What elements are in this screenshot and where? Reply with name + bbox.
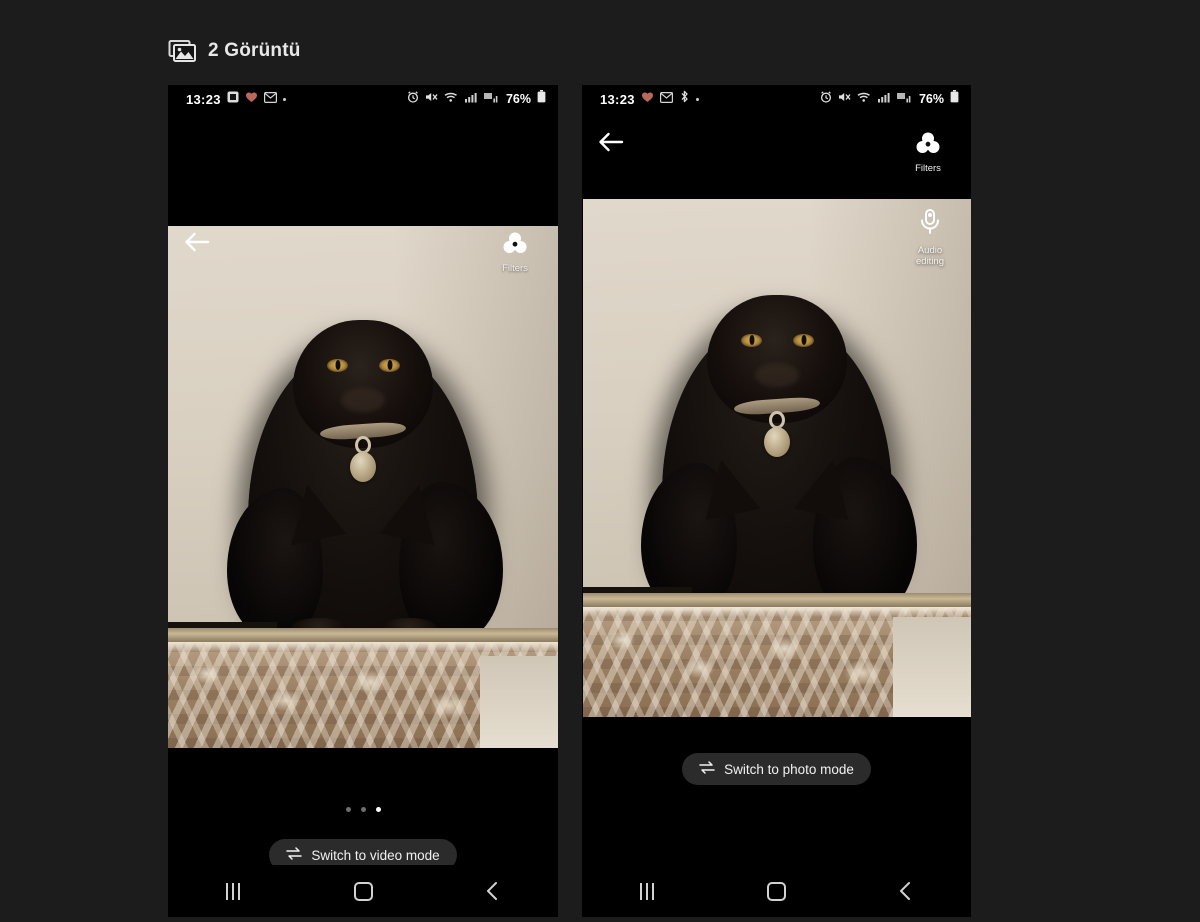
- dot-icon: [282, 97, 286, 101]
- cat-subject: [641, 289, 917, 623]
- filters-label: Filters: [502, 263, 528, 274]
- page-root: 2 Görüntü 13:23 76% Filters Switch to vi…: [0, 0, 1200, 922]
- status-bar: 13:23 76%: [168, 85, 558, 113]
- cat-subject: [227, 314, 503, 648]
- signal-icon: [877, 90, 891, 108]
- back-arrow-icon[interactable]: [184, 231, 210, 253]
- gmail-icon: [659, 90, 673, 108]
- battery-percent: 76%: [918, 92, 944, 106]
- bluetooth-icon: [679, 90, 690, 108]
- back-icon[interactable]: [458, 871, 528, 911]
- table-and-cloth: [583, 587, 971, 717]
- filters-button[interactable]: Filters: [901, 131, 955, 174]
- audio-editing-button[interactable]: Audio editing: [901, 207, 959, 267]
- screenshot-icon: [227, 90, 239, 108]
- wifi-icon: [444, 90, 459, 108]
- images-stack-icon: [168, 38, 198, 64]
- alarm-icon: [820, 90, 832, 108]
- gmail-icon: [263, 90, 277, 108]
- filters-button[interactable]: Filters: [488, 231, 542, 274]
- page-dots: [168, 807, 558, 812]
- status-bar: 13:23 76%: [582, 85, 971, 113]
- wifi-icon: [857, 90, 872, 108]
- signal-icon: [464, 90, 478, 108]
- page-dot[interactable]: [345, 807, 351, 812]
- dot-icon: [695, 97, 699, 101]
- filters-circles-icon: [501, 231, 529, 260]
- filters-circles-icon: [914, 131, 942, 160]
- swap-arrows-icon: [699, 761, 715, 777]
- back-icon[interactable]: [871, 871, 941, 911]
- status-bar-left: 13:23: [186, 90, 286, 108]
- sim-signal-icon: [896, 90, 912, 108]
- android-nav-bar: [168, 865, 558, 917]
- switch-mode-label: Switch to video mode: [311, 847, 440, 863]
- phone-screenshot-right: 13:23 76% Filters Audio editing Switch t…: [582, 85, 971, 917]
- recents-icon[interactable]: [198, 871, 268, 911]
- microphone-icon: [916, 207, 944, 242]
- mute-icon: [838, 90, 851, 108]
- photo-top-nav: Filters: [582, 131, 971, 174]
- sim-signal-icon: [483, 90, 499, 108]
- mode-switch-row: Switch to photo mode: [582, 753, 971, 785]
- status-clock: 13:23: [186, 91, 221, 107]
- audio-editing-label-line2: editing: [916, 256, 944, 267]
- photo-preview[interactable]: [168, 226, 558, 748]
- photo-preview[interactable]: Audio editing: [583, 199, 971, 717]
- home-icon[interactable]: [741, 871, 811, 911]
- page-header: 2 Görüntü: [168, 38, 301, 64]
- swap-arrows-icon: [286, 847, 303, 863]
- battery-icon: [950, 90, 959, 108]
- filters-label: Filters: [915, 163, 941, 174]
- alarm-icon: [407, 90, 419, 108]
- heart-icon: [641, 90, 654, 108]
- heart-icon: [245, 90, 258, 108]
- page-dot-active[interactable]: [375, 807, 381, 812]
- battery-percent: 76%: [505, 92, 531, 106]
- table-and-cloth: [168, 622, 558, 748]
- audio-editing-label-line1: Audio: [917, 245, 943, 256]
- battery-icon: [537, 90, 546, 108]
- recents-icon[interactable]: [612, 871, 682, 911]
- android-nav-bar: [582, 865, 971, 917]
- page-title: 2 Görüntü: [208, 40, 301, 61]
- back-arrow-icon[interactable]: [598, 131, 624, 153]
- switch-mode-label: Switch to photo mode: [724, 761, 854, 777]
- phone-screenshot-left: 13:23 76% Filters Switch to video mode: [168, 85, 558, 917]
- home-icon[interactable]: [328, 871, 398, 911]
- mute-icon: [425, 90, 438, 108]
- page-dot[interactable]: [360, 807, 366, 812]
- status-clock: 13:23: [600, 91, 635, 107]
- status-bar-right: 76%: [820, 90, 959, 108]
- status-bar-left: 13:23: [600, 90, 699, 108]
- status-bar-right: 76%: [407, 90, 546, 108]
- switch-mode-button[interactable]: Switch to photo mode: [682, 753, 871, 785]
